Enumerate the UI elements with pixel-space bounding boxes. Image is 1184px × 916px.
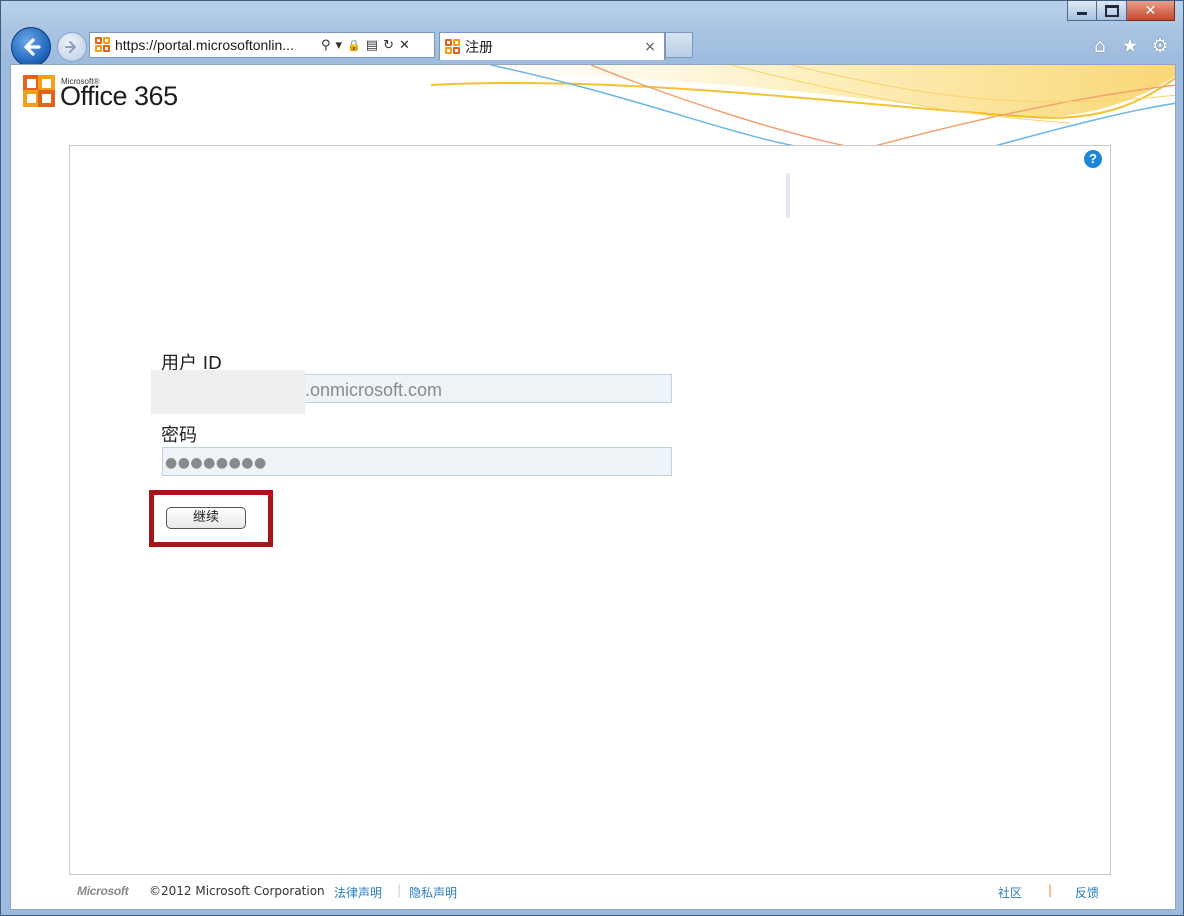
community-link[interactable]: 社区 [998, 884, 1022, 901]
feedback-link[interactable]: 反馈 [1075, 884, 1099, 901]
window-caption-buttons: ✕ [1067, 1, 1175, 21]
microsoft-small-label: Microsoft® [61, 77, 100, 86]
browser-tools: ⌂ ★ ⚙ [1091, 35, 1169, 57]
office-favicon-icon [95, 37, 111, 53]
footer-separator: | [397, 883, 402, 897]
arrow-right-icon [65, 41, 76, 53]
password-label: 密码 [161, 425, 197, 446]
arrow-left-icon [24, 38, 41, 56]
privacy-link[interactable]: 隐私声明 [409, 884, 457, 901]
lock-icon[interactable]: 🔒 [347, 39, 361, 52]
back-button[interactable] [11, 27, 51, 67]
browser-window: ✕ https://portal.microsoftonlin... ⚲ ▾ 🔒… [0, 0, 1184, 916]
settings-gear-icon[interactable]: ⚙ [1151, 35, 1169, 57]
redacted-username [151, 370, 305, 414]
window-close-button[interactable]: ✕ [1127, 1, 1175, 21]
page-viewport: Microsoft® Office 365 ? 用户 ID .onmicroso… [10, 64, 1176, 910]
page-footer: Microsoft ©2012 Microsoft Corporation 法律… [11, 881, 1175, 903]
banner-swoosh [431, 65, 1175, 147]
microsoft-logo: Microsoft [77, 884, 129, 898]
compatibility-icon[interactable]: ▤ [366, 38, 378, 53]
tab-title: 注册 [465, 38, 493, 55]
minimize-icon [1077, 12, 1087, 15]
address-bar-tools: ⚲ ▾ 🔒 ▤ ↻ ✕ [321, 38, 410, 53]
favorites-star-icon[interactable]: ★ [1121, 35, 1139, 57]
dropdown-icon[interactable]: ▾ [336, 38, 343, 53]
forward-button[interactable] [57, 32, 87, 62]
new-tab-button[interactable] [665, 32, 693, 58]
help-icon[interactable]: ? [1084, 150, 1102, 168]
legal-link[interactable]: 法律声明 [334, 884, 382, 901]
maximize-button[interactable] [1097, 1, 1127, 21]
userid-value: .onmicrosoft.com [305, 380, 443, 400]
minimize-button[interactable] [1067, 1, 1097, 21]
password-value: ●●●●●●●● [165, 455, 267, 471]
tab-close-icon[interactable]: × [642, 39, 658, 55]
address-url[interactable]: https://portal.microsoftonlin... [115, 37, 315, 53]
copyright-text: ©2012 Microsoft Corporation [149, 884, 325, 898]
refresh-icon[interactable]: ↻ [383, 38, 394, 53]
search-icon[interactable]: ⚲ [321, 38, 331, 53]
maximize-icon [1104, 4, 1119, 17]
tab-register[interactable]: 注册 × [439, 32, 665, 60]
footer-separator-orange: | [1048, 883, 1053, 897]
office-favicon-icon [445, 38, 461, 55]
office365-logo: Microsoft® Office 365 [23, 75, 178, 111]
divider [786, 173, 790, 218]
home-icon[interactable]: ⌂ [1091, 35, 1109, 57]
office-logo-icon [23, 75, 57, 111]
stop-icon[interactable]: ✕ [399, 38, 410, 53]
close-icon: ✕ [1144, 2, 1157, 19]
continue-button[interactable]: 继续 [166, 507, 246, 529]
address-bar[interactable]: https://portal.microsoftonlin... ⚲ ▾ 🔒 ▤… [89, 32, 435, 58]
